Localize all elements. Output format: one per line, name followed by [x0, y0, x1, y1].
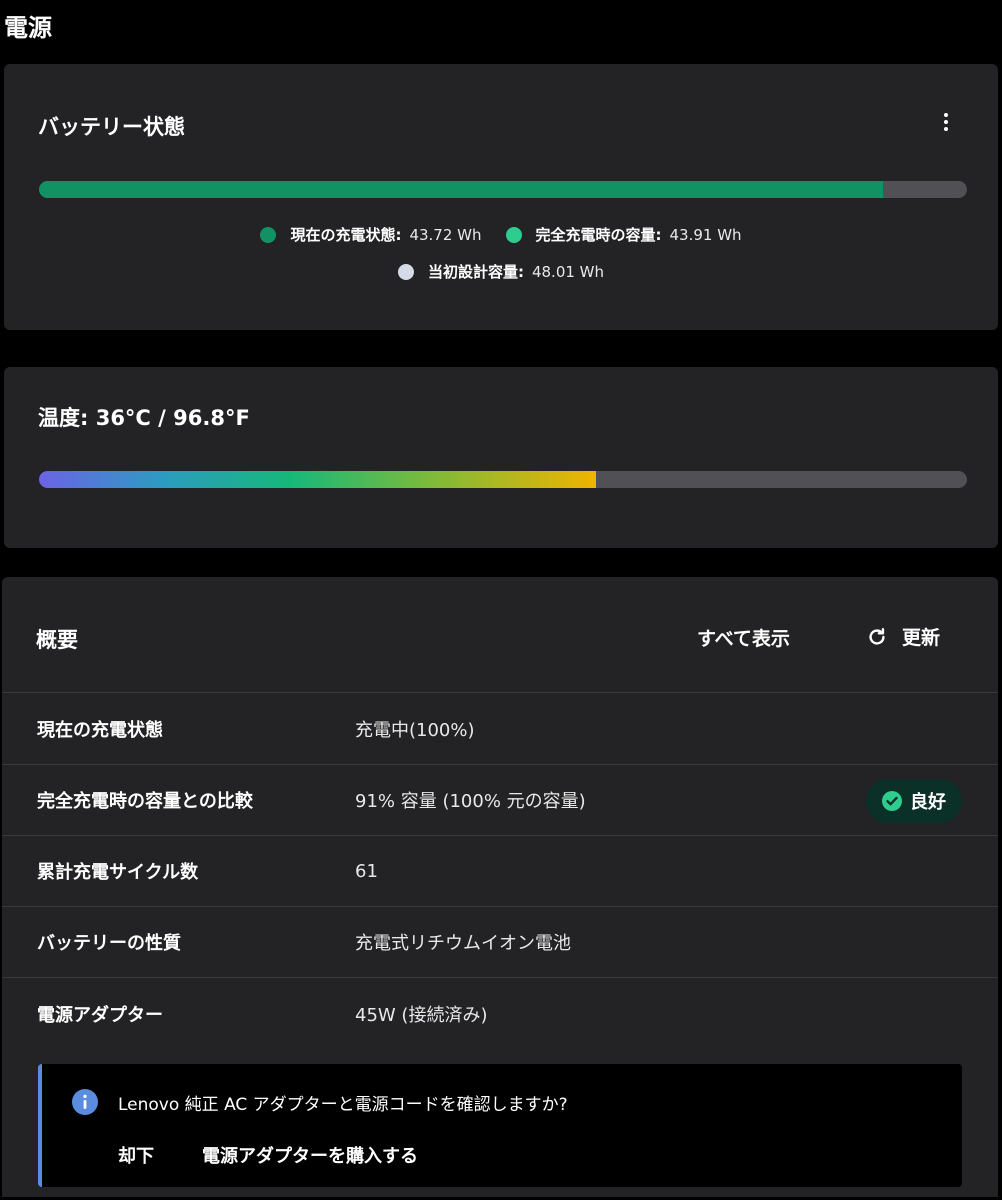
table-row: 現在の充電状態 充電中(100%) [2, 694, 998, 765]
page-title: 電源 [4, 14, 52, 42]
row-label: 電源アダプター [37, 1004, 163, 1026]
row-value: 充電中(100%) [355, 720, 475, 741]
row-value: 45W (接続済み) [355, 1004, 488, 1026]
refresh-label: 更新 [902, 627, 941, 649]
more-vertical-icon [944, 127, 948, 131]
battery-capacity-fill [39, 181, 884, 198]
battery-legend-row: 当初設計容量: 48.01 Wh [4, 261, 998, 282]
table-row: バッテリーの性質 充電式リチウムイオン電池 [2, 907, 998, 978]
row-value: 91% 容量 (100% 元の容量) [355, 791, 586, 812]
adapter-notice: Lenovo 純正 AC アダプターと電源コードを確認しますか? 却下 電源アダ… [38, 1064, 962, 1187]
refresh-icon [869, 627, 885, 645]
info-icon [72, 1089, 98, 1115]
notice-text: Lenovo 純正 AC アダプターと電源コードを確認しますか? [118, 1095, 568, 1115]
design-capacity-dot [397, 263, 414, 280]
temperature-fill [39, 471, 596, 488]
full-capacity-dot [505, 226, 522, 243]
dismiss-button[interactable]: 却下 [118, 1142, 154, 1168]
current-charge-dot [260, 226, 277, 243]
temperature-bar [39, 471, 967, 488]
legend-value: 43.91 Wh [669, 225, 742, 244]
more-options-button[interactable] [934, 110, 958, 134]
status-badge-label: 良好 [910, 792, 946, 813]
show-all-button[interactable]: すべて表示 [697, 624, 790, 651]
row-value: 充電式リチウムイオン電池 [355, 933, 571, 954]
row-label: 累計充電サイクル数 [37, 862, 199, 883]
status-badge: 良好 [866, 779, 962, 823]
overview-title: 概要 [36, 628, 78, 652]
battery-status-card: バッテリー状態 現在の充電状態: 43.72 Wh 完全充電時の容量: 43.9… [4, 64, 998, 330]
row-label: 現在の充電状態 [37, 720, 163, 741]
battery-legend-row: 現在の充電状態: 43.72 Wh 完全充電時の容量: 43.91 Wh [4, 224, 998, 245]
table-row: 完全充電時の容量との比較 91% 容量 (100% 元の容量) 良好 [2, 765, 998, 836]
legend-label: 現在の充電状態: [290, 226, 402, 244]
battery-status-title: バッテリー状態 [38, 115, 185, 139]
row-label: 完全充電時の容量との比較 [37, 791, 253, 812]
overview-header: 概要 すべて表示 更新 [2, 577, 998, 693]
legend-item-current-charge: 現在の充電状態: 43.72 Wh [260, 224, 482, 245]
legend-item-full-capacity: 完全充電時の容量: 43.91 Wh [505, 224, 742, 245]
buy-adapter-button[interactable]: 電源アダプターを購入する [202, 1142, 418, 1168]
battery-capacity-bar [39, 181, 967, 198]
check-circle-icon [882, 791, 902, 811]
table-row: 電源アダプター 45W (接続済み) [2, 978, 998, 1049]
row-label: バッテリーの性質 [37, 933, 181, 954]
refresh-button[interactable]: 更新 [866, 623, 940, 650]
temperature-card: 温度: 36°C / 96.8°F [4, 367, 998, 548]
table-row: 累計充電サイクル数 61 [2, 836, 998, 907]
more-vertical-icon [944, 113, 948, 117]
legend-item-design-capacity: 当初設計容量: 48.01 Wh [397, 261, 605, 282]
more-vertical-icon [944, 120, 948, 124]
legend-label: 完全充電時の容量: [535, 226, 662, 244]
legend-value: 48.01 Wh [531, 262, 605, 281]
legend-label: 当初設計容量: [427, 263, 524, 281]
legend-value: 43.72 Wh [409, 225, 482, 244]
overview-card: 概要 すべて表示 更新 現在の充電状態 充電中(100%) 完全充電時の容量との… [2, 577, 998, 1197]
temperature-title: 温度: 36°C / 96.8°F [38, 406, 250, 430]
row-value: 61 [355, 860, 378, 882]
